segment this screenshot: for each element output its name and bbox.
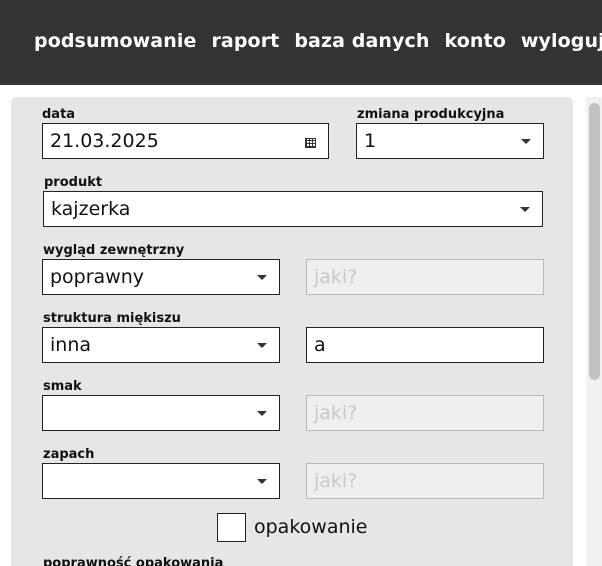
chevron-down-icon [257,343,267,348]
packaging-label: opakowanie [254,516,368,538]
shift-select[interactable]: 1 [356,123,544,159]
crumb-structure-label: struktura miękiszu [43,311,181,326]
chevron-down-icon [521,139,531,144]
calendar-icon[interactable] [305,138,316,148]
date-label: data [42,107,76,122]
main-nav: podsumowanie raport baza danych konto wy… [34,30,602,52]
nav-podsumowanie[interactable]: podsumowanie [34,30,196,52]
taste-detail-placeholder: jaki? [314,402,358,424]
chevron-down-icon [257,479,267,484]
product-select[interactable]: kajzerka [43,191,543,227]
packaging-checkbox[interactable] [217,513,246,542]
nav-raport[interactable]: raport [211,30,279,52]
crumb-structure-detail-value: a [314,334,326,356]
appearance-detail-placeholder: jaki? [314,266,358,288]
smell-select[interactable] [42,463,280,499]
appearance-value: poprawny [50,266,145,288]
product-value: kajzerka [51,198,131,220]
chevron-down-icon [257,275,267,280]
smell-detail-input: jaki? [306,463,544,499]
date-input[interactable]: 21.03.2025 [42,123,329,159]
crumb-structure-select[interactable]: inna [42,327,280,363]
appearance-label: wygląd zewnętrzny [43,243,185,258]
packaging-correctness-label: poprawność opakowania [43,556,224,566]
crumb-structure-detail-input[interactable]: a [306,327,544,363]
scrollbar-thumb[interactable] [589,103,600,380]
nav-wyloguj[interactable]: wyloguj [521,30,602,52]
shift-label: zmiana produkcyjna [357,107,505,122]
smell-detail-placeholder: jaki? [314,470,358,492]
appearance-detail-input: jaki? [306,259,544,295]
shift-value: 1 [364,130,377,152]
appearance-select[interactable]: poprawny [42,259,280,295]
chevron-down-icon [520,207,530,212]
taste-detail-input: jaki? [306,395,544,431]
taste-label: smak [43,379,82,394]
taste-select[interactable] [42,395,280,431]
product-label: produkt [44,175,103,190]
date-value: 21.03.2025 [50,130,159,152]
chevron-down-icon [257,411,267,416]
nav-konto[interactable]: konto [445,30,506,52]
top-navigation-bar: podsumowanie raport baza danych konto wy… [0,0,602,85]
smell-label: zapach [43,447,95,462]
nav-baza-danych[interactable]: baza danych [294,30,429,52]
crumb-structure-value: inna [50,334,92,356]
